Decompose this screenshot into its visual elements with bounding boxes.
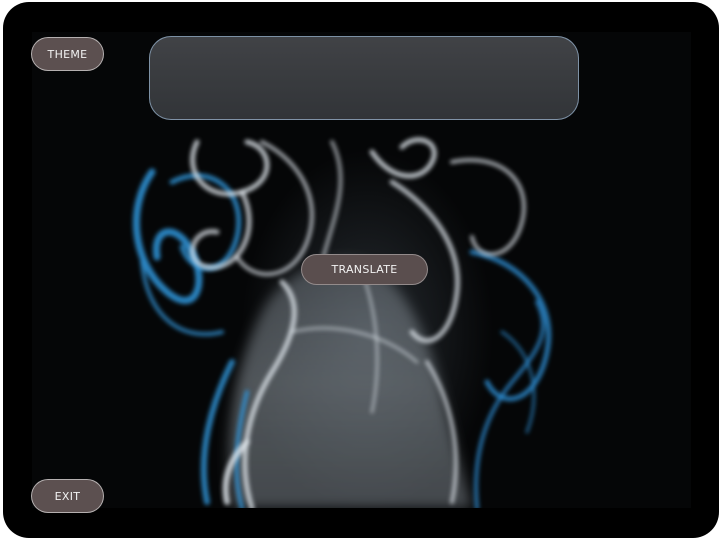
text-display-panel xyxy=(149,36,579,120)
exit-button[interactable]: EXIT xyxy=(31,479,104,513)
device-frame: THEME TRANSLATE EXIT xyxy=(3,2,719,538)
translate-button-label: TRANSLATE xyxy=(331,263,398,276)
theme-button-label: THEME xyxy=(47,47,88,61)
exit-button-label: EXIT xyxy=(54,489,81,503)
theme-button[interactable]: THEME xyxy=(31,37,104,71)
translate-button[interactable]: TRANSLATE xyxy=(301,254,428,285)
